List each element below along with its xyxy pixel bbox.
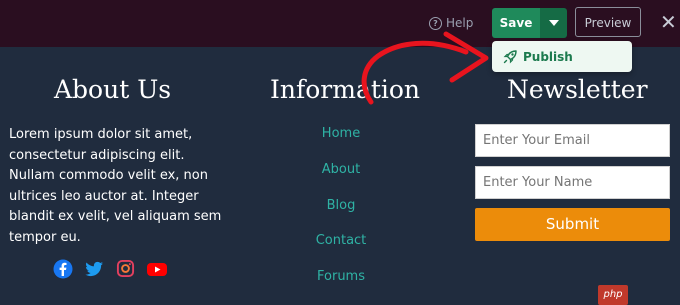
save-options-toggle[interactable] <box>540 8 567 38</box>
newsletter-email-input[interactable] <box>475 124 670 157</box>
caret-down-icon <box>548 20 559 26</box>
save-button-group: Save <box>492 8 567 38</box>
about-title: About Us <box>54 75 172 104</box>
twitter-link[interactable] <box>84 259 104 281</box>
facebook-icon <box>53 259 73 279</box>
help-label: Help <box>446 16 474 30</box>
help-button[interactable]: ? Help <box>429 14 473 32</box>
footer-link-home[interactable]: Home <box>280 125 402 143</box>
footer-link-forums[interactable]: Forums <box>280 268 402 286</box>
newsletter-name-input[interactable] <box>475 166 670 199</box>
about-text: Lorem ipsum dolor sit amet, consectetur … <box>9 127 222 245</box>
footer-link-contact[interactable]: Contact <box>280 232 402 250</box>
youtube-icon <box>147 263 167 276</box>
footer-link-blog[interactable]: Blog <box>280 197 402 215</box>
rocket-icon <box>503 49 517 63</box>
publish-menu-item[interactable]: Publish <box>492 41 632 72</box>
twitter-icon <box>85 261 103 277</box>
question-circle-icon: ? <box>429 16 442 30</box>
instagram-icon <box>116 259 135 278</box>
preview-button[interactable]: Preview <box>575 7 641 37</box>
instagram-link[interactable] <box>116 259 135 281</box>
information-title: Information <box>270 75 421 104</box>
save-button[interactable]: Save <box>492 8 540 38</box>
newsletter-submit-button[interactable]: Submit <box>475 208 670 241</box>
footer-link-about[interactable]: About <box>280 161 402 179</box>
watermark-logo: php <box>598 285 628 305</box>
publish-label: Publish <box>523 49 573 64</box>
youtube-link[interactable] <box>146 259 168 281</box>
newsletter-title: Newsletter <box>507 75 648 104</box>
close-icon[interactable]: ✕ <box>660 12 677 32</box>
facebook-link[interactable] <box>53 259 73 281</box>
